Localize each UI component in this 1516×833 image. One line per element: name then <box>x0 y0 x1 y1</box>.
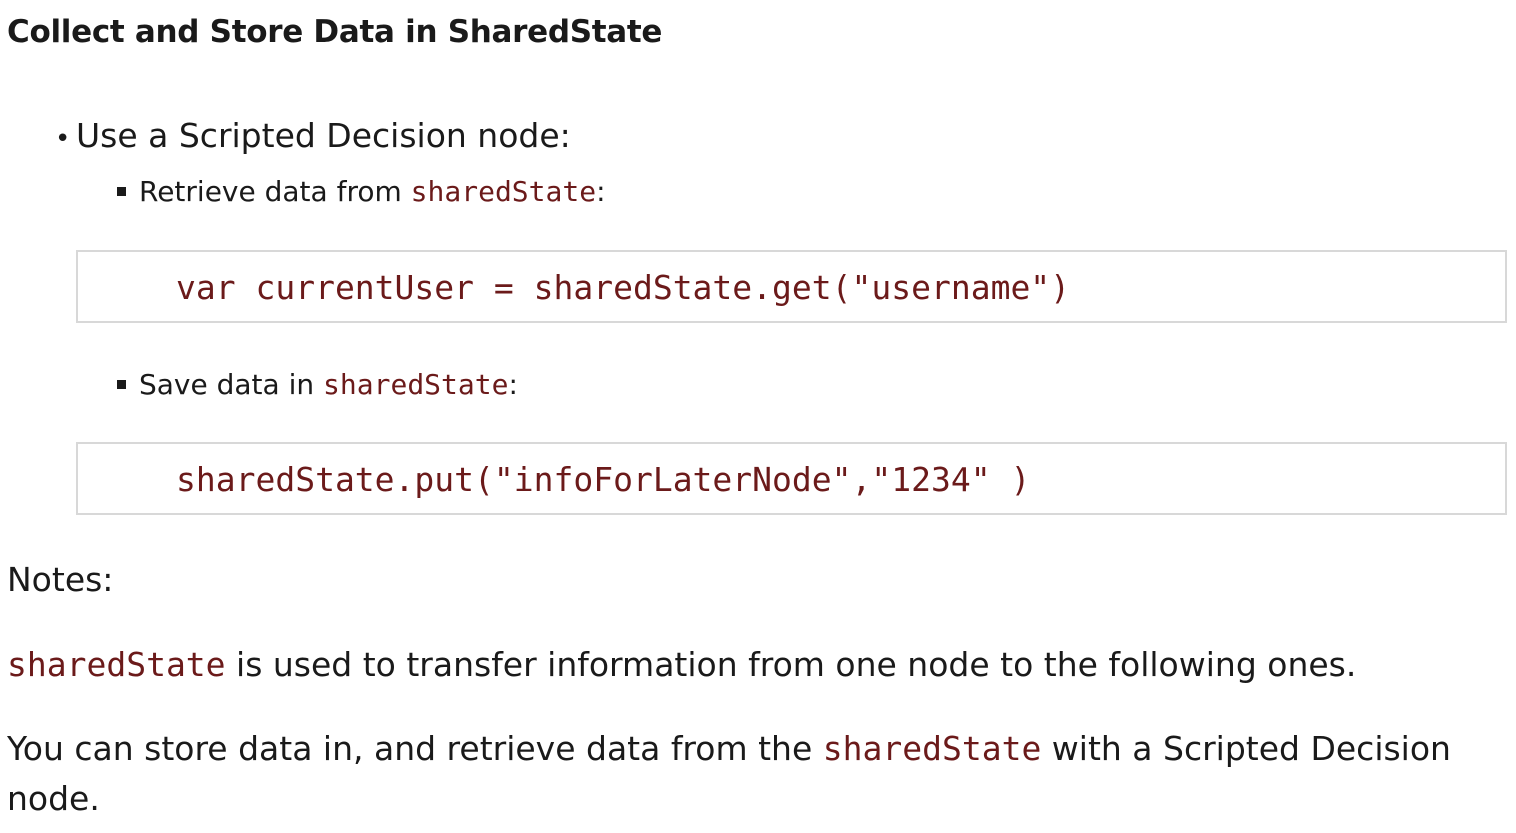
sub-bullet-retrieve: Retrieve data from sharedState: <box>117 172 606 212</box>
code-retrieve: var currentUser = sharedState.get("usern… <box>176 268 1071 307</box>
code-block-save: sharedState.put("infoForLaterNode","1234… <box>76 442 1507 515</box>
code-save: sharedState.put("infoForLaterNode","1234… <box>176 460 1031 499</box>
bullet-text: Use a Scripted Decision node: <box>76 116 571 155</box>
retrieve-code: sharedState <box>410 175 597 208</box>
save-code: sharedState <box>323 368 509 401</box>
square-bullet-icon <box>117 186 126 196</box>
para1-code: sharedState <box>7 645 226 684</box>
page-title: Collect and Store Data in SharedState <box>7 14 663 50</box>
bullet-scripted-decision: • Use a Scripted Decision node: <box>55 113 571 162</box>
code-block-retrieve: var currentUser = sharedState.get("usern… <box>76 250 1507 323</box>
para1-text: is used to transfer information from one… <box>225 645 1357 684</box>
para2-prefix: You can store data in, and retrieve data… <box>7 729 823 768</box>
notes-heading: Notes: <box>7 560 114 599</box>
para2-code: sharedState <box>822 729 1042 768</box>
retrieve-suffix: : <box>596 175 606 208</box>
sub-bullet-save: Save data in sharedState: <box>117 365 518 405</box>
square-bullet-icon <box>117 379 126 389</box>
save-suffix: : <box>508 368 518 401</box>
notes-paragraph-2: You can store data in, and retrieve data… <box>7 724 1507 824</box>
notes-paragraph-1: sharedState is used to transfer informat… <box>7 640 1507 690</box>
retrieve-prefix: Retrieve data from <box>139 175 411 208</box>
bullet-marker: • <box>55 124 71 154</box>
save-prefix: Save data in <box>139 368 324 401</box>
